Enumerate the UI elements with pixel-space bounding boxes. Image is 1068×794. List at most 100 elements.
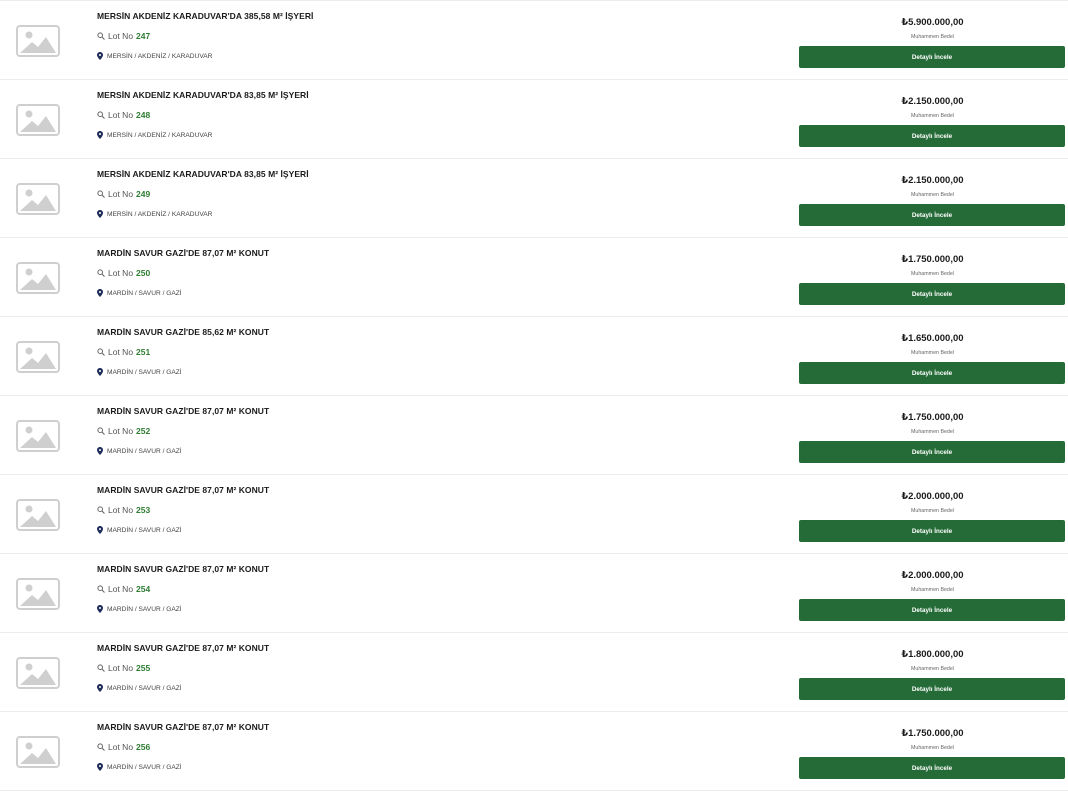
price-label: Muhammen Bedel xyxy=(911,429,954,435)
price-label: Muhammen Bedel xyxy=(911,350,954,356)
lot-label: Lot No xyxy=(108,110,134,120)
search-icon xyxy=(97,190,105,198)
lot-label: Lot No xyxy=(108,268,134,278)
lot-value: 252 xyxy=(136,426,151,436)
list-item: MERSİN AKDENİZ KARADUVAR'DA 83,85 M² İŞY… xyxy=(0,159,1068,238)
details-button[interactable]: Detaylı İncele xyxy=(799,441,1065,463)
price-label: Muhammen Bedel xyxy=(911,34,954,40)
lot-value: 253 xyxy=(136,505,151,515)
listing-title[interactable]: MARDİN SAVUR GAZİ'DE 87,07 M² KONUT xyxy=(97,248,269,258)
lot-number: Lot No 253 xyxy=(97,505,150,515)
price-label: Muhammen Bedel xyxy=(911,587,954,593)
lot-value: 248 xyxy=(136,110,151,120)
image-placeholder-icon[interactable] xyxy=(16,262,60,294)
list-item: MARDİN SAVUR GAZİ'DE 87,07 M² KONUT Lot … xyxy=(0,475,1068,554)
lot-label: Lot No xyxy=(108,189,134,199)
lot-number: Lot No 254 xyxy=(97,584,150,594)
image-placeholder-icon[interactable] xyxy=(16,736,60,768)
map-pin-icon xyxy=(97,605,103,613)
listing-title[interactable]: MARDİN SAVUR GAZİ'DE 87,07 M² KONUT xyxy=(97,564,269,574)
list-item: MERSİN AKDENİZ KARADUVAR'DA 83,85 M² İŞY… xyxy=(0,80,1068,159)
list-item: MARDİN SAVUR GAZİ'DE 87,07 M² KONUT Lot … xyxy=(0,238,1068,317)
location-text: MARDİN / SAVUR / GAZİ xyxy=(107,447,182,455)
search-icon xyxy=(97,664,105,672)
search-icon xyxy=(97,32,105,40)
details-button[interactable]: Detaylı İncele xyxy=(799,678,1065,700)
listing-location: MARDİN / SAVUR / GAZİ xyxy=(97,763,182,771)
lot-label: Lot No xyxy=(108,742,134,752)
search-icon xyxy=(97,585,105,593)
listing-price: ₺2.150.000,00 xyxy=(901,175,964,186)
price-label: Muhammen Bedel xyxy=(911,113,954,119)
listing-price: ₺1.650.000,00 xyxy=(901,333,964,344)
details-button[interactable]: Detaylı İncele xyxy=(799,362,1065,384)
lot-number: Lot No 249 xyxy=(97,189,150,199)
list-item: MARDİN SAVUR GAZİ'DE 87,07 M² KONUT Lot … xyxy=(0,554,1068,633)
lot-number: Lot No 252 xyxy=(97,426,150,436)
listing-location: MERSİN / AKDENİZ / KARADUVAR xyxy=(97,131,212,139)
image-placeholder-icon[interactable] xyxy=(16,657,60,689)
map-pin-icon xyxy=(97,447,103,455)
listing-title[interactable]: MERSİN AKDENİZ KARADUVAR'DA 83,85 M² İŞY… xyxy=(97,90,309,100)
details-button[interactable]: Detaylı İncele xyxy=(799,125,1065,147)
location-text: MERSİN / AKDENİZ / KARADUVAR xyxy=(107,210,213,218)
location-text: MERSİN / AKDENİZ / KARADUVAR xyxy=(107,131,213,139)
location-text: MARDİN / SAVUR / GAZİ xyxy=(107,763,182,771)
map-pin-icon xyxy=(97,289,103,297)
image-placeholder-icon[interactable] xyxy=(16,25,60,57)
image-placeholder-icon[interactable] xyxy=(16,578,60,610)
details-button[interactable]: Detaylı İncele xyxy=(799,757,1065,779)
price-label: Muhammen Bedel xyxy=(911,508,954,514)
price-label: Muhammen Bedel xyxy=(911,271,954,277)
listing-location: MARDİN / SAVUR / GAZİ xyxy=(97,289,182,297)
lot-number: Lot No 251 xyxy=(97,347,150,357)
listing-title[interactable]: MARDİN SAVUR GAZİ'DE 87,07 M² KONUT xyxy=(97,485,269,495)
listing-title[interactable]: MARDİN SAVUR GAZİ'DE 87,07 M² KONUT xyxy=(97,722,269,732)
lot-value: 251 xyxy=(136,347,151,357)
details-button[interactable]: Detaylı İncele xyxy=(799,283,1065,305)
list-item: MARDİN SAVUR GAZİ'DE 87,07 M² KONUT Lot … xyxy=(0,396,1068,475)
listing-location: MERSİN / AKDENİZ / KARADUVAR xyxy=(97,210,212,218)
details-button[interactable]: Detaylı İncele xyxy=(799,46,1065,68)
lot-value: 256 xyxy=(136,742,151,752)
details-button[interactable]: Detaylı İncele xyxy=(799,204,1065,226)
map-pin-icon xyxy=(97,210,103,218)
map-pin-icon xyxy=(97,526,103,534)
map-pin-icon xyxy=(97,368,103,376)
image-placeholder-icon[interactable] xyxy=(16,499,60,531)
listing-price: ₺5.900.000,00 xyxy=(901,17,964,28)
listing-price: ₺1.750.000,00 xyxy=(901,412,964,423)
image-placeholder-icon[interactable] xyxy=(16,341,60,373)
listing-price: ₺2.150.000,00 xyxy=(901,96,964,107)
listing-title[interactable]: MARDİN SAVUR GAZİ'DE 87,07 M² KONUT xyxy=(97,643,269,653)
lot-value: 255 xyxy=(136,663,151,673)
details-button[interactable]: Detaylı İncele xyxy=(799,520,1065,542)
image-placeholder-icon[interactable] xyxy=(16,183,60,215)
location-text: MARDİN / SAVUR / GAZİ xyxy=(107,289,182,297)
lot-label: Lot No xyxy=(108,663,134,673)
lot-value: 254 xyxy=(136,584,151,594)
lot-number: Lot No 256 xyxy=(97,742,150,752)
location-text: MARDİN / SAVUR / GAZİ xyxy=(107,605,182,613)
image-placeholder-icon[interactable] xyxy=(16,420,60,452)
search-icon xyxy=(97,427,105,435)
list-item: MARDİN SAVUR GAZİ'DE 87,07 M² KONUT Lot … xyxy=(0,633,1068,712)
price-label: Muhammen Bedel xyxy=(911,192,954,198)
listing-price: ₺2.000.000,00 xyxy=(901,491,964,502)
listing-title[interactable]: MARDİN SAVUR GAZİ'DE 85,62 M² KONUT xyxy=(97,327,269,337)
search-icon xyxy=(97,269,105,277)
lot-value: 250 xyxy=(136,268,151,278)
listing-location: MARDİN / SAVUR / GAZİ xyxy=(97,605,182,613)
lot-number: Lot No 247 xyxy=(97,31,150,41)
listing-title[interactable]: MARDİN SAVUR GAZİ'DE 87,07 M² KONUT xyxy=(97,406,269,416)
listing-price: ₺1.750.000,00 xyxy=(901,254,964,265)
lot-value: 247 xyxy=(136,31,151,41)
lot-label: Lot No xyxy=(108,347,134,357)
details-button[interactable]: Detaylı İncele xyxy=(799,599,1065,621)
list-item: MERSİN AKDENİZ KARADUVAR'DA 385,58 M² İŞ… xyxy=(0,0,1068,80)
listing-location: MARDİN / SAVUR / GAZİ xyxy=(97,447,182,455)
list-item: MARDİN SAVUR GAZİ'DE 85,62 M² KONUT Lot … xyxy=(0,317,1068,396)
listing-title[interactable]: MERSİN AKDENİZ KARADUVAR'DA 83,85 M² İŞY… xyxy=(97,169,309,179)
listing-title[interactable]: MERSİN AKDENİZ KARADUVAR'DA 385,58 M² İŞ… xyxy=(97,11,313,21)
image-placeholder-icon[interactable] xyxy=(16,104,60,136)
